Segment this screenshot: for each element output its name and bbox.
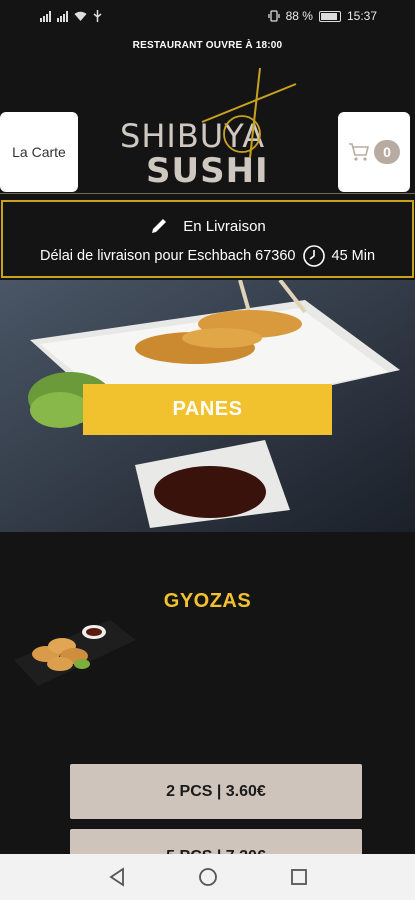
- option-button-2pcs[interactable]: 2 PCS | 3.60€: [70, 764, 362, 819]
- battery-percent: 88 %: [285, 9, 313, 23]
- category-hero[interactable]: PANES: [0, 280, 415, 532]
- clock-icon: [302, 245, 325, 267]
- logo-text-sushi: SUSHI: [146, 151, 269, 191]
- wifi-icon: [74, 11, 87, 21]
- usb-icon: [93, 10, 102, 22]
- menu-button-label: La Carte: [12, 144, 66, 160]
- header: La Carte SHIBUYA SUSHI 0: [0, 62, 415, 197]
- status-bar: 88 % 15:37: [0, 0, 415, 32]
- gyoza-dish-image[interactable]: [12, 612, 137, 690]
- recents-icon[interactable]: [290, 868, 308, 886]
- logo-text-shibuya: SHIBUYA: [120, 117, 266, 155]
- cart-icon: [349, 143, 370, 161]
- signal-icon: [40, 10, 51, 22]
- battery-icon: [318, 10, 341, 22]
- system-nav-bar: [0, 854, 415, 900]
- home-icon[interactable]: [198, 867, 218, 887]
- status-icons-right: 88 % 15:37: [267, 9, 377, 23]
- menu-button[interactable]: La Carte: [0, 112, 78, 192]
- section-title: GYOZAS: [163, 590, 252, 612]
- status-icons-left: [40, 10, 102, 22]
- signal-icon: [57, 10, 68, 22]
- delivery-delay-text: Délai de livraison pour Eschbach 67360: [39, 248, 296, 264]
- cart-button[interactable]: 0: [338, 112, 410, 192]
- delivery-mode: En Livraison: [183, 217, 266, 235]
- clock-time: 15:37: [346, 9, 377, 23]
- opening-hours-banner: RESTAURANT OUVRE À 18:00: [132, 40, 283, 51]
- header-divider: [0, 193, 415, 194]
- logo[interactable]: SHIBUYA SUSHI: [110, 62, 310, 197]
- cart-count-badge: 0: [374, 140, 400, 164]
- category-button-panes[interactable]: PANES: [83, 384, 332, 435]
- delivery-info-box[interactable]: En Livraison Délai de livraison pour Esc…: [1, 200, 414, 278]
- delivery-delay-value: 45 Min: [331, 248, 376, 264]
- vibrate-icon: [267, 10, 280, 22]
- back-icon[interactable]: [108, 867, 126, 887]
- pencil-icon[interactable]: [149, 216, 169, 236]
